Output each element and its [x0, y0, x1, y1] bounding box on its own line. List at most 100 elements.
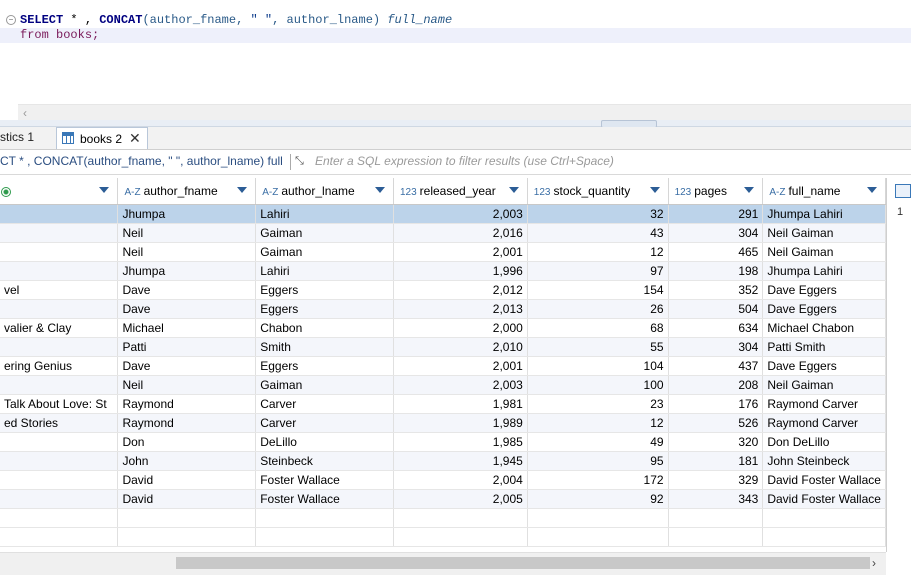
tab-statistics[interactable]: stics 1 — [0, 130, 34, 144]
grid-horizontal-scrollbar[interactable]: › — [0, 552, 886, 575]
column-header[interactable]: A-Z full_name — [762, 178, 886, 205]
table-cell[interactable]: David Foster Wallace — [762, 470, 886, 490]
table-cell[interactable]: 198 — [668, 261, 764, 281]
editor-line-1[interactable]: SELECT * , CONCAT(author_fname, " ", aut… — [20, 13, 452, 27]
query-summary[interactable]: CT * , CONCAT(author_fname, " ", author_… — [0, 154, 283, 168]
table-cell[interactable]: Raymond Carver — [762, 413, 886, 433]
table-cell[interactable]: 154 — [527, 280, 669, 300]
table-cell[interactable]: 43 — [527, 223, 669, 243]
table-cell[interactable]: Don — [117, 432, 257, 452]
sort-dropdown-icon[interactable] — [99, 187, 110, 193]
table-cell[interactable] — [0, 299, 119, 319]
table-cell[interactable]: 2,010 — [393, 337, 528, 357]
table-cell[interactable]: David — [117, 470, 257, 490]
scroll-right-icon[interactable]: › — [872, 556, 876, 570]
table-cell[interactable]: 2,005 — [393, 489, 528, 509]
table-cell[interactable]: vel — [0, 280, 119, 300]
column-header[interactable] — [0, 178, 119, 205]
table-row[interactable]: valier & Clay Michael Chabon 2,000 68 634 Mich… — [0, 318, 886, 338]
table-cell[interactable]: ering Genius — [0, 356, 119, 376]
sort-dropdown-icon[interactable] — [237, 187, 248, 193]
table-cell[interactable]: Foster Wallace — [255, 489, 394, 509]
table-cell[interactable]: John Steinbeck — [762, 451, 886, 471]
table-cell[interactable]: Michael — [117, 318, 257, 338]
table-cell[interactable]: Raymond Carver — [762, 394, 886, 414]
table-cell[interactable]: Michael Chabon — [762, 318, 886, 338]
table-cell[interactable]: 2,003 — [393, 375, 528, 395]
table-cell[interactable]: 352 — [668, 280, 764, 300]
table-row[interactable]: Don DeLillo 1,985 49 320 Don DeLillo — [0, 432, 886, 452]
table-cell[interactable] — [0, 261, 119, 281]
sql-editor[interactable]: − SELECT * , CONCAT(author_fname, " ", a… — [0, 0, 911, 104]
editor-horizontal-scrollbar[interactable]: ‹ — [18, 104, 911, 121]
table-cell[interactable]: Don DeLillo — [762, 432, 886, 452]
table-cell[interactable]: 104 — [527, 356, 669, 376]
table-cell[interactable]: 176 — [668, 394, 764, 414]
table-cell[interactable]: Dave Eggers — [762, 299, 886, 319]
table-cell[interactable]: 208 — [668, 375, 764, 395]
table-cell[interactable]: 12 — [527, 413, 669, 433]
table-row[interactable]: David Foster Wallace 2,005 92 343 David Foste… — [0, 489, 886, 509]
table-row[interactable]: ering Genius Dave Eggers 2,001 104 437 Dave Eg… — [0, 356, 886, 376]
table-cell[interactable]: 26 — [527, 299, 669, 319]
table-cell[interactable]: Jhumpa — [117, 204, 257, 224]
table-cell[interactable]: Patti Smith — [762, 337, 886, 357]
table-cell[interactable] — [0, 337, 119, 357]
table-cell[interactable]: David — [117, 489, 257, 509]
table-cell[interactable] — [0, 223, 119, 243]
table-cell[interactable]: 23 — [527, 394, 669, 414]
table-cell[interactable]: 2,012 — [393, 280, 528, 300]
table-cell[interactable]: Carver — [255, 413, 394, 433]
table-row[interactable]: Jhumpa Lahiri 1,996 97 198 Jhumpa Lahiri — [0, 261, 886, 281]
table-cell[interactable]: Lahiri — [255, 261, 394, 281]
table-cell[interactable]: 32 — [527, 204, 669, 224]
table-cell[interactable]: 304 — [668, 223, 764, 243]
table-cell[interactable]: ed Stories — [0, 413, 119, 433]
sort-dropdown-icon[interactable] — [508, 187, 519, 193]
filter-input[interactable]: Enter a SQL expression to filter results… — [315, 154, 614, 168]
column-header[interactable]: 123 pages — [668, 178, 764, 205]
panel-grid-icon[interactable] — [895, 184, 911, 198]
table-row[interactable]: Dave Eggers 2,013 26 504 Dave Eggers — [0, 299, 886, 319]
table-cell[interactable]: 2,016 — [393, 223, 528, 243]
table-cell[interactable]: 2,003 — [393, 204, 528, 224]
table-cell[interactable] — [0, 451, 119, 471]
table-cell[interactable]: 2,004 — [393, 470, 528, 490]
table-cell[interactable]: Jhumpa — [117, 261, 257, 281]
table-cell[interactable]: Talk About Love: St — [0, 394, 119, 414]
fold-toggle-icon[interactable]: − — [6, 15, 16, 25]
table-cell[interactable]: Raymond — [117, 413, 257, 433]
table-cell[interactable]: 304 — [668, 337, 764, 357]
table-cell[interactable]: Gaiman — [255, 242, 394, 262]
table-cell[interactable]: 437 — [668, 356, 764, 376]
sort-dropdown-icon[interactable] — [744, 187, 755, 193]
table-cell[interactable]: 465 — [668, 242, 764, 262]
table-row[interactable]: John Steinbeck 1,945 95 181 John Steinbeck — [0, 451, 886, 471]
table-cell[interactable]: 55 — [527, 337, 669, 357]
table-cell[interactable]: 329 — [668, 470, 764, 490]
table-row[interactable]: David Foster Wallace 2,004 172 329 David Fost… — [0, 470, 886, 490]
table-cell[interactable]: 92 — [527, 489, 669, 509]
table-cell[interactable]: Dave Eggers — [762, 356, 886, 376]
table-cell[interactable] — [0, 375, 119, 395]
table-cell[interactable]: 181 — [668, 451, 764, 471]
table-row[interactable]: Talk About Love: St Raymond Carver 1,981 23 1… — [0, 394, 886, 414]
table-cell[interactable] — [0, 432, 119, 452]
table-cell[interactable]: 97 — [527, 261, 669, 281]
column-header[interactable]: 123 released_year — [393, 178, 528, 205]
table-cell[interactable]: 172 — [527, 470, 669, 490]
table-cell[interactable] — [0, 489, 119, 509]
table-cell[interactable]: 95 — [527, 451, 669, 471]
table-cell[interactable]: 320 — [668, 432, 764, 452]
table-cell[interactable]: 634 — [668, 318, 764, 338]
table-cell[interactable]: 1,985 — [393, 432, 528, 452]
expand-icon[interactable]: ⤡ — [295, 155, 304, 168]
table-cell[interactable]: Neil — [117, 242, 257, 262]
table-cell[interactable]: 12 — [527, 242, 669, 262]
table-cell[interactable]: 49 — [527, 432, 669, 452]
table-cell[interactable]: Neil Gaiman — [762, 242, 886, 262]
table-cell[interactable]: 2,013 — [393, 299, 528, 319]
table-cell[interactable]: Eggers — [255, 299, 394, 319]
table-row[interactable]: Neil Gaiman 2,001 12 465 Neil Gaiman — [0, 242, 886, 262]
sort-dropdown-icon[interactable] — [867, 187, 877, 193]
